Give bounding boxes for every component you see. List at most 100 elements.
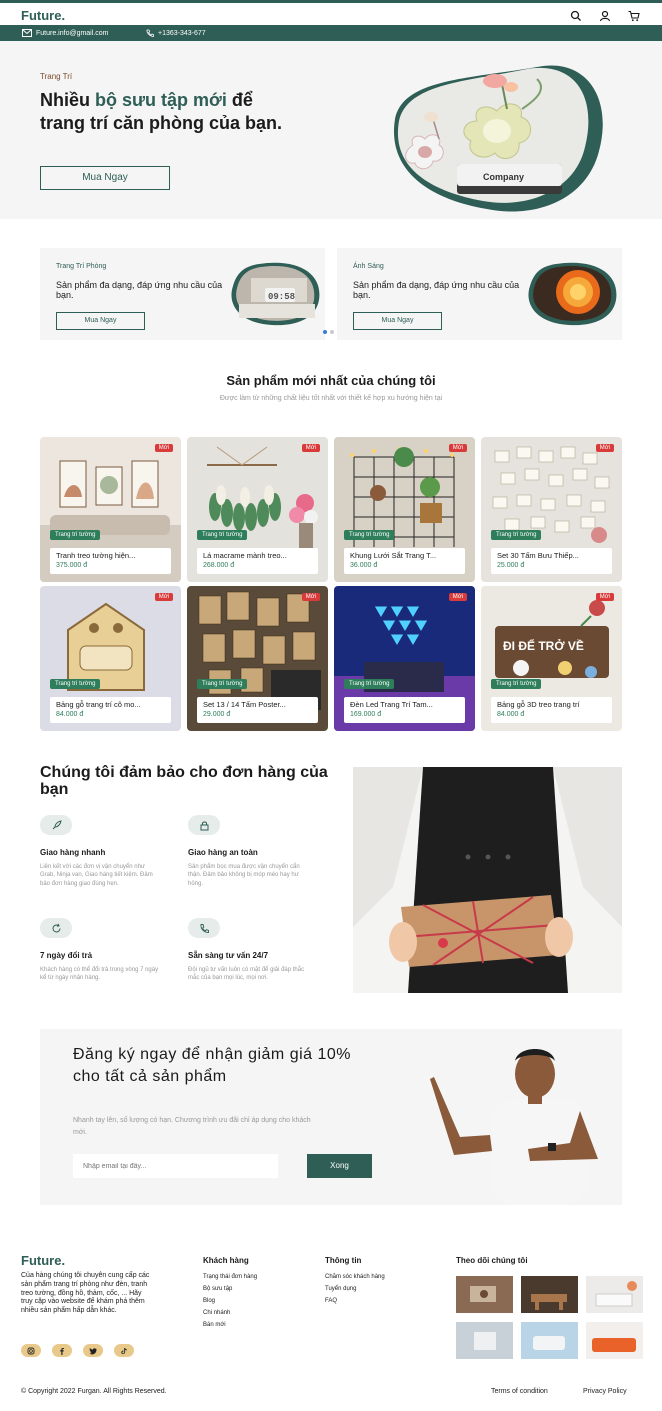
copyright: © Copyright 2022 Furgan. All Rights Rese… — [21, 1388, 167, 1395]
search-icon[interactable] — [570, 9, 582, 21]
product-card[interactable]: Mới Trang trí tường Khung Lưới Sắt Trang… — [334, 437, 475, 582]
feature-fast-delivery: Giao hàng nhanh Liên kết với các đơn vị … — [40, 815, 160, 888]
product-card[interactable]: Mới Trang trí tường Đèn Led Trang Trí Ta… — [334, 586, 475, 731]
contact-email[interactable]: Future.info@gmail.com — [22, 29, 108, 37]
feature-title: Sẵn sàng tư vấn 24/7 — [188, 951, 269, 960]
products-section-title: Sản phẩm mới nhất của chúng tôi — [226, 373, 436, 388]
product-name[interactable]: Đèn Led Trang Trí Tam... — [350, 700, 459, 709]
product-name[interactable]: Bảng gỗ 3D treo trang trí — [497, 700, 606, 709]
carousel-dot[interactable] — [330, 330, 334, 334]
category-tag[interactable]: Trang trí tường — [344, 679, 395, 689]
product-card[interactable]: ĐI ĐỂ TRỞ VỀ Mới Trang trí tường Bảng gỗ… — [481, 586, 622, 731]
product-name[interactable]: Khung Lưới Sắt Trang T... — [350, 551, 459, 560]
hero-art-book-text: Company — [483, 172, 524, 182]
feature-desc: Đội ngũ tư vấn luôn có mặt để giải đáp t… — [188, 967, 305, 982]
category-text: Sản phẩm đa dạng, đáp ứng nhu cầu của bạ… — [353, 280, 520, 301]
user-icon[interactable] — [599, 9, 611, 22]
category-card-room-decor[interactable]: Trang Trí Phòng Sản phẩm đa dạng, đáp ứn… — [40, 248, 325, 340]
instagram-icon[interactable] — [21, 1344, 41, 1357]
footer-link[interactable]: Bộ sưu tập — [203, 1286, 257, 1292]
product-price: 268.000 đ — [203, 562, 235, 569]
newsletter-submit-button[interactable]: Xong — [307, 1154, 372, 1178]
hero-shop-button[interactable]: Mua Ngay — [40, 166, 170, 190]
instagram-thumbnail[interactable] — [456, 1276, 513, 1313]
contact-phone[interactable]: +1363-343-677 — [146, 29, 206, 37]
category-clock-text: 09:58 — [268, 292, 295, 302]
footer-logo[interactable]: Future. — [21, 1253, 65, 1268]
refresh-icon — [40, 918, 72, 938]
footer-link[interactable]: Chăm sóc khách hàng — [325, 1274, 385, 1280]
facebook-icon[interactable] — [52, 1344, 72, 1357]
feature-support: Sẵn sàng tư vấn 24/7 Đội ngũ tư vấn luôn… — [188, 918, 308, 983]
product-card[interactable]: Mới Trang trí tường Set 30 Tấm Bưu Thiếp… — [481, 437, 622, 582]
footer-link[interactable]: Blog — [203, 1298, 257, 1304]
gift-box-photo — [353, 767, 622, 993]
product-price: 29.000 đ — [203, 711, 231, 718]
product-info: Tranh treo tường hiện... 375.000 đ — [50, 548, 171, 574]
footer-link[interactable]: Chi nhánh — [203, 1310, 257, 1316]
twitter-icon[interactable] — [83, 1344, 103, 1357]
newsletter-email-input[interactable] — [73, 1154, 278, 1178]
product-name[interactable]: Bảng gỗ trang trí cô mo... — [56, 700, 165, 709]
instagram-thumbnail[interactable] — [586, 1276, 643, 1313]
new-badge: Mới — [154, 444, 173, 452]
product-card[interactable]: Mới Trang trí tường Tranh treo tường hiệ… — [40, 437, 181, 582]
category-tag[interactable]: Trang trí tường — [197, 530, 248, 540]
footer-column-customers: Khách hàng Trạng thái đơn hàng Bộ sưu tậ… — [203, 1256, 257, 1334]
new-badge: Mới — [448, 444, 467, 452]
category-shop-button[interactable]: Mua Ngay — [353, 312, 442, 330]
navbar: Future. — [0, 3, 662, 25]
footer-column-information: Thông tin Chăm sóc khách hàng Tuyển dụng… — [325, 1256, 385, 1310]
contact-bar: Future.info@gmail.com +1363-343-677 — [0, 25, 662, 41]
footer-links: Chăm sóc khách hàng Tuyển dụng FAQ — [325, 1274, 385, 1304]
product-name[interactable]: Tranh treo tường hiện... — [56, 551, 165, 560]
product-name[interactable]: Lá macrame mành treo... — [203, 551, 312, 560]
category-tag[interactable]: Trang trí tường — [50, 679, 101, 689]
product-info: Lá macrame mành treo... 268.000 đ — [197, 548, 318, 574]
instagram-thumbnail[interactable] — [521, 1276, 578, 1313]
category-card-lighting[interactable]: Ánh Sáng Sản phẩm đa dạng, đáp ứng nhu c… — [337, 248, 622, 340]
phone-icon — [146, 29, 154, 37]
product-card[interactable]: Mới Trang trí tường Set 13 / 14 Tấm Post… — [187, 586, 328, 731]
mail-icon — [22, 29, 32, 37]
new-badge: Mới — [595, 593, 614, 601]
category-eyebrow: Ánh Sáng — [353, 263, 384, 270]
footer-link[interactable]: Bán mới — [203, 1322, 257, 1328]
contact-email-text: Future.info@gmail.com — [36, 29, 109, 37]
footer-link[interactable]: FAQ — [325, 1298, 385, 1304]
new-badge: Mới — [154, 593, 173, 601]
terms-link[interactable]: Terms of condition — [491, 1388, 548, 1395]
instagram-thumbnail[interactable] — [586, 1322, 643, 1359]
product-name[interactable]: Set 30 Tấm Bưu Thiếp... — [497, 551, 606, 560]
nav-icons — [570, 9, 640, 22]
tiktok-icon[interactable] — [114, 1344, 134, 1357]
phone-icon — [188, 918, 220, 938]
instagram-thumbnail[interactable] — [456, 1322, 513, 1359]
contact-phone-text: +1363-343-677 — [158, 29, 206, 37]
product-info: Set 30 Tấm Bưu Thiếp... 25.000 đ — [491, 548, 612, 574]
product-card[interactable]: Mới Trang trí tường Lá macrame mành treo… — [187, 437, 328, 582]
category-tag[interactable]: Trang trí tường — [50, 530, 101, 540]
category-tag[interactable]: Trang trí tường — [197, 679, 248, 689]
instagram-thumbnail[interactable] — [521, 1322, 578, 1359]
footer-link[interactable]: Trạng thái đơn hàng — [203, 1274, 257, 1280]
footer-link[interactable]: Tuyển dụng — [325, 1286, 385, 1292]
cart-icon[interactable] — [628, 9, 640, 22]
category-tag[interactable]: Trang trí tường — [344, 530, 395, 540]
hero-title: Nhiều bộ sưu tập mới để trang trí căn ph… — [40, 89, 290, 134]
product-price: 36.000 đ — [350, 562, 378, 569]
logo[interactable]: Future. — [21, 8, 65, 23]
feature-title: Giao hàng an toàn — [188, 848, 258, 857]
carousel-dot[interactable] — [323, 330, 327, 334]
product-price: 375.000 đ — [56, 562, 88, 569]
product-price: 25.000 đ — [497, 562, 525, 569]
product-card[interactable]: Mới Trang trí tường Bảng gỗ trang trí cô… — [40, 586, 181, 731]
newsletter-title: Đăng ký ngay để nhận giảm giá 10% cho tấ… — [73, 1046, 352, 1085]
privacy-link[interactable]: Privacy Policy — [583, 1388, 627, 1395]
category-tag[interactable]: Trang trí tường — [491, 530, 542, 540]
follow-us-title: Theo dõi chúng tôi — [456, 1256, 528, 1265]
category-clock-image: 09:58 — [231, 262, 320, 326]
category-tag[interactable]: Trang trí tường — [491, 679, 542, 689]
category-shop-button[interactable]: Mua Ngay — [56, 312, 145, 330]
product-name[interactable]: Set 13 / 14 Tấm Poster... — [203, 700, 312, 709]
